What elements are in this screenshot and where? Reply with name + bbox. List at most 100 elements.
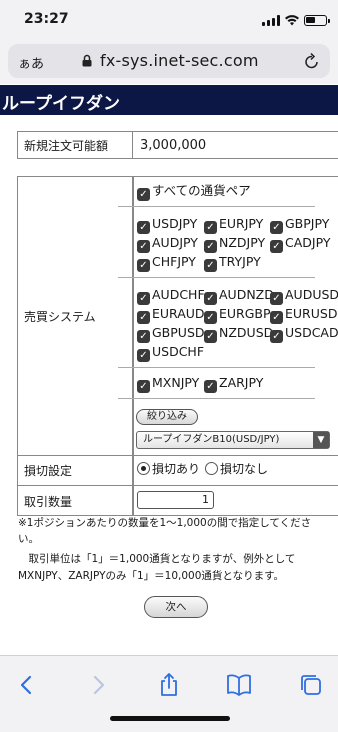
next-button[interactable]: 次へ <box>144 596 208 618</box>
checkbox-label: EURJPY <box>219 216 264 231</box>
checkbox-label: CHFJPY <box>152 254 196 269</box>
checkbox-audnzd[interactable]: ✓ AUDNZD <box>204 287 274 305</box>
checkmark-icon: ✓ <box>204 380 217 393</box>
checkbox-usdjpy[interactable]: ✓ USDJPY <box>137 216 197 234</box>
checkbox-label: CADJPY <box>285 235 331 250</box>
checkmark-icon: ✓ <box>137 188 150 201</box>
note-line-1: ※1ポジションあたりの数量を1〜1,000の間で指定してくださ <box>18 517 312 529</box>
checkbox-label: AUDJPY <box>152 235 198 250</box>
checkbox-tryjpy[interactable]: ✓ TRYJPY <box>204 254 261 272</box>
checkbox-audusd[interactable]: ✓ AUDUSD <box>270 287 338 305</box>
order-amount-label: 新規注文可能額 <box>18 132 133 158</box>
checkbox-eurgbp[interactable]: ✓ EURGBP <box>204 306 271 324</box>
note-line-4: MXNJPY、ZARJPYのみ「1」＝10,000通貨となります。 <box>18 570 285 582</box>
checkbox-label: AUDNZD <box>219 287 274 302</box>
checkbox-label: USDCHF <box>152 344 205 359</box>
divider <box>118 206 315 207</box>
checkmark-icon: ✓ <box>137 292 150 305</box>
quantity-label: 取引数量 <box>18 486 133 516</box>
checkmark-icon: ✓ <box>270 240 283 253</box>
browser-address-area: ぁあ fx-sys.inet-sec.com <box>0 40 338 84</box>
checkbox-eurusd[interactable]: ✓ EURUSD <box>270 306 338 324</box>
checkmark-icon: ✓ <box>137 311 150 324</box>
checkmark-icon: ✓ <box>270 292 283 305</box>
checkbox-label: GBPJPY <box>285 216 330 231</box>
back-icon[interactable] <box>14 672 40 698</box>
column-divider <box>133 177 134 516</box>
text-size-button[interactable]: ぁあ <box>18 53 44 72</box>
checkbox-gbpjpy[interactable]: ✓ GBPJPY <box>270 216 330 234</box>
battery-icon <box>304 15 330 26</box>
checkmark-icon: ✓ <box>204 311 217 324</box>
forward-icon[interactable] <box>85 672 111 698</box>
checkmark-icon: ✓ <box>204 259 217 272</box>
status-bar: 23:27 <box>0 0 338 40</box>
checkbox-gbpusd[interactable]: ✓ GBPUSD <box>137 325 205 343</box>
order-amount-value: 3,000,000 <box>140 137 207 153</box>
checkmark-icon: ✓ <box>137 380 150 393</box>
url-domain[interactable]: fx-sys.inet-sec.com <box>100 51 259 70</box>
checkmark-icon: ✓ <box>270 330 283 343</box>
page-title-band: ループイフダン <box>0 85 338 115</box>
clock: 23:27 <box>24 11 69 27</box>
checkbox-nzdjpy[interactable]: ✓ NZDJPY <box>204 235 266 253</box>
share-icon[interactable] <box>156 672 182 698</box>
trade-system-label: 売買システム <box>18 177 133 455</box>
checkmark-icon: ✓ <box>137 259 150 272</box>
system-select[interactable]: ループイフダンB10(USD/JPY) ▼ <box>136 431 330 449</box>
bookmarks-icon[interactable] <box>226 672 252 698</box>
note-line-3: 取引単位は「1」＝1,000通貨となりますが、例外として <box>18 553 296 565</box>
checkbox-label: すべての通貨ペア <box>152 183 251 198</box>
reload-icon[interactable] <box>304 52 320 70</box>
checkbox-audchf[interactable]: ✓ AUDCHF <box>137 287 205 305</box>
checkbox-label: GBPUSD <box>152 325 205 340</box>
checkbox-cadjpy[interactable]: ✓ CADJPY <box>270 235 331 253</box>
checkmark-icon: ✓ <box>137 330 150 343</box>
address-bar[interactable]: ぁあ fx-sys.inet-sec.com <box>8 44 330 78</box>
tabs-icon[interactable] <box>298 672 324 698</box>
checkmark-icon: ✓ <box>137 221 150 234</box>
checkbox-label: EURUSD <box>285 306 338 321</box>
checkbox-label: NZDJPY <box>219 235 266 250</box>
lock-icon <box>82 54 92 67</box>
checkmark-icon: ✓ <box>270 221 283 234</box>
filter-button[interactable]: 絞り込み <box>136 409 198 425</box>
checkbox-usdchf[interactable]: ✓ USDCHF <box>137 344 205 362</box>
checkbox-label: NZDUSD <box>219 325 274 340</box>
checkbox-audjpy[interactable]: ✓ AUDJPY <box>137 235 198 253</box>
note-line-2: い。 <box>18 533 39 545</box>
divider <box>118 277 315 278</box>
checkbox-eurjpy[interactable]: ✓ EURJPY <box>204 216 264 234</box>
checkmark-icon: ✓ <box>204 240 217 253</box>
dropdown-arrow-icon: ▼ <box>313 432 329 448</box>
radio-stop-loss-off[interactable]: 損切なし <box>205 461 268 477</box>
checkbox-nzdusd[interactable]: ✓ NZDUSD <box>204 325 274 343</box>
wifi-icon <box>285 15 299 26</box>
checkmark-icon: ✓ <box>137 349 150 362</box>
quantity-input[interactable]: 1 <box>137 491 214 509</box>
checkmark-icon: ✓ <box>204 330 217 343</box>
order-amount-table: 新規注文可能額 3,000,000 <box>17 131 338 159</box>
checkbox-label: AUDCHF <box>152 287 205 302</box>
checkbox-euraud[interactable]: ✓ EURAUD <box>137 306 205 324</box>
cellular-signal-icon <box>262 15 280 26</box>
checkbox-label: USDCAD <box>285 325 338 340</box>
checkmark-icon: ✓ <box>204 292 217 305</box>
checkbox-mxnjpy[interactable]: ✓ MXNJPY <box>137 375 199 393</box>
checkbox-usdcad[interactable]: ✓ USDCAD <box>270 325 338 343</box>
checkmark-icon: ✓ <box>137 240 150 253</box>
radio-selected-icon <box>137 462 150 475</box>
radio-unselected-icon <box>205 462 218 475</box>
checkbox-chfjpy[interactable]: ✓ CHFJPY <box>137 254 196 272</box>
checkbox-label: ZARJPY <box>219 375 264 390</box>
divider <box>118 367 315 368</box>
page-title: ループイフダン <box>2 94 120 114</box>
checkmark-icon: ✓ <box>270 311 283 324</box>
checkbox-zarjpy[interactable]: ✓ ZARJPY <box>204 375 264 393</box>
radio-label: 損切なし <box>220 462 269 476</box>
divider <box>118 398 315 399</box>
radio-stop-loss-on[interactable]: 損切あり <box>137 461 200 477</box>
checkbox-label: EURGBP <box>219 306 271 321</box>
checkmark-icon: ✓ <box>204 221 217 234</box>
checkbox-all-pairs[interactable]: ✓ すべての通貨ペア <box>137 183 251 201</box>
